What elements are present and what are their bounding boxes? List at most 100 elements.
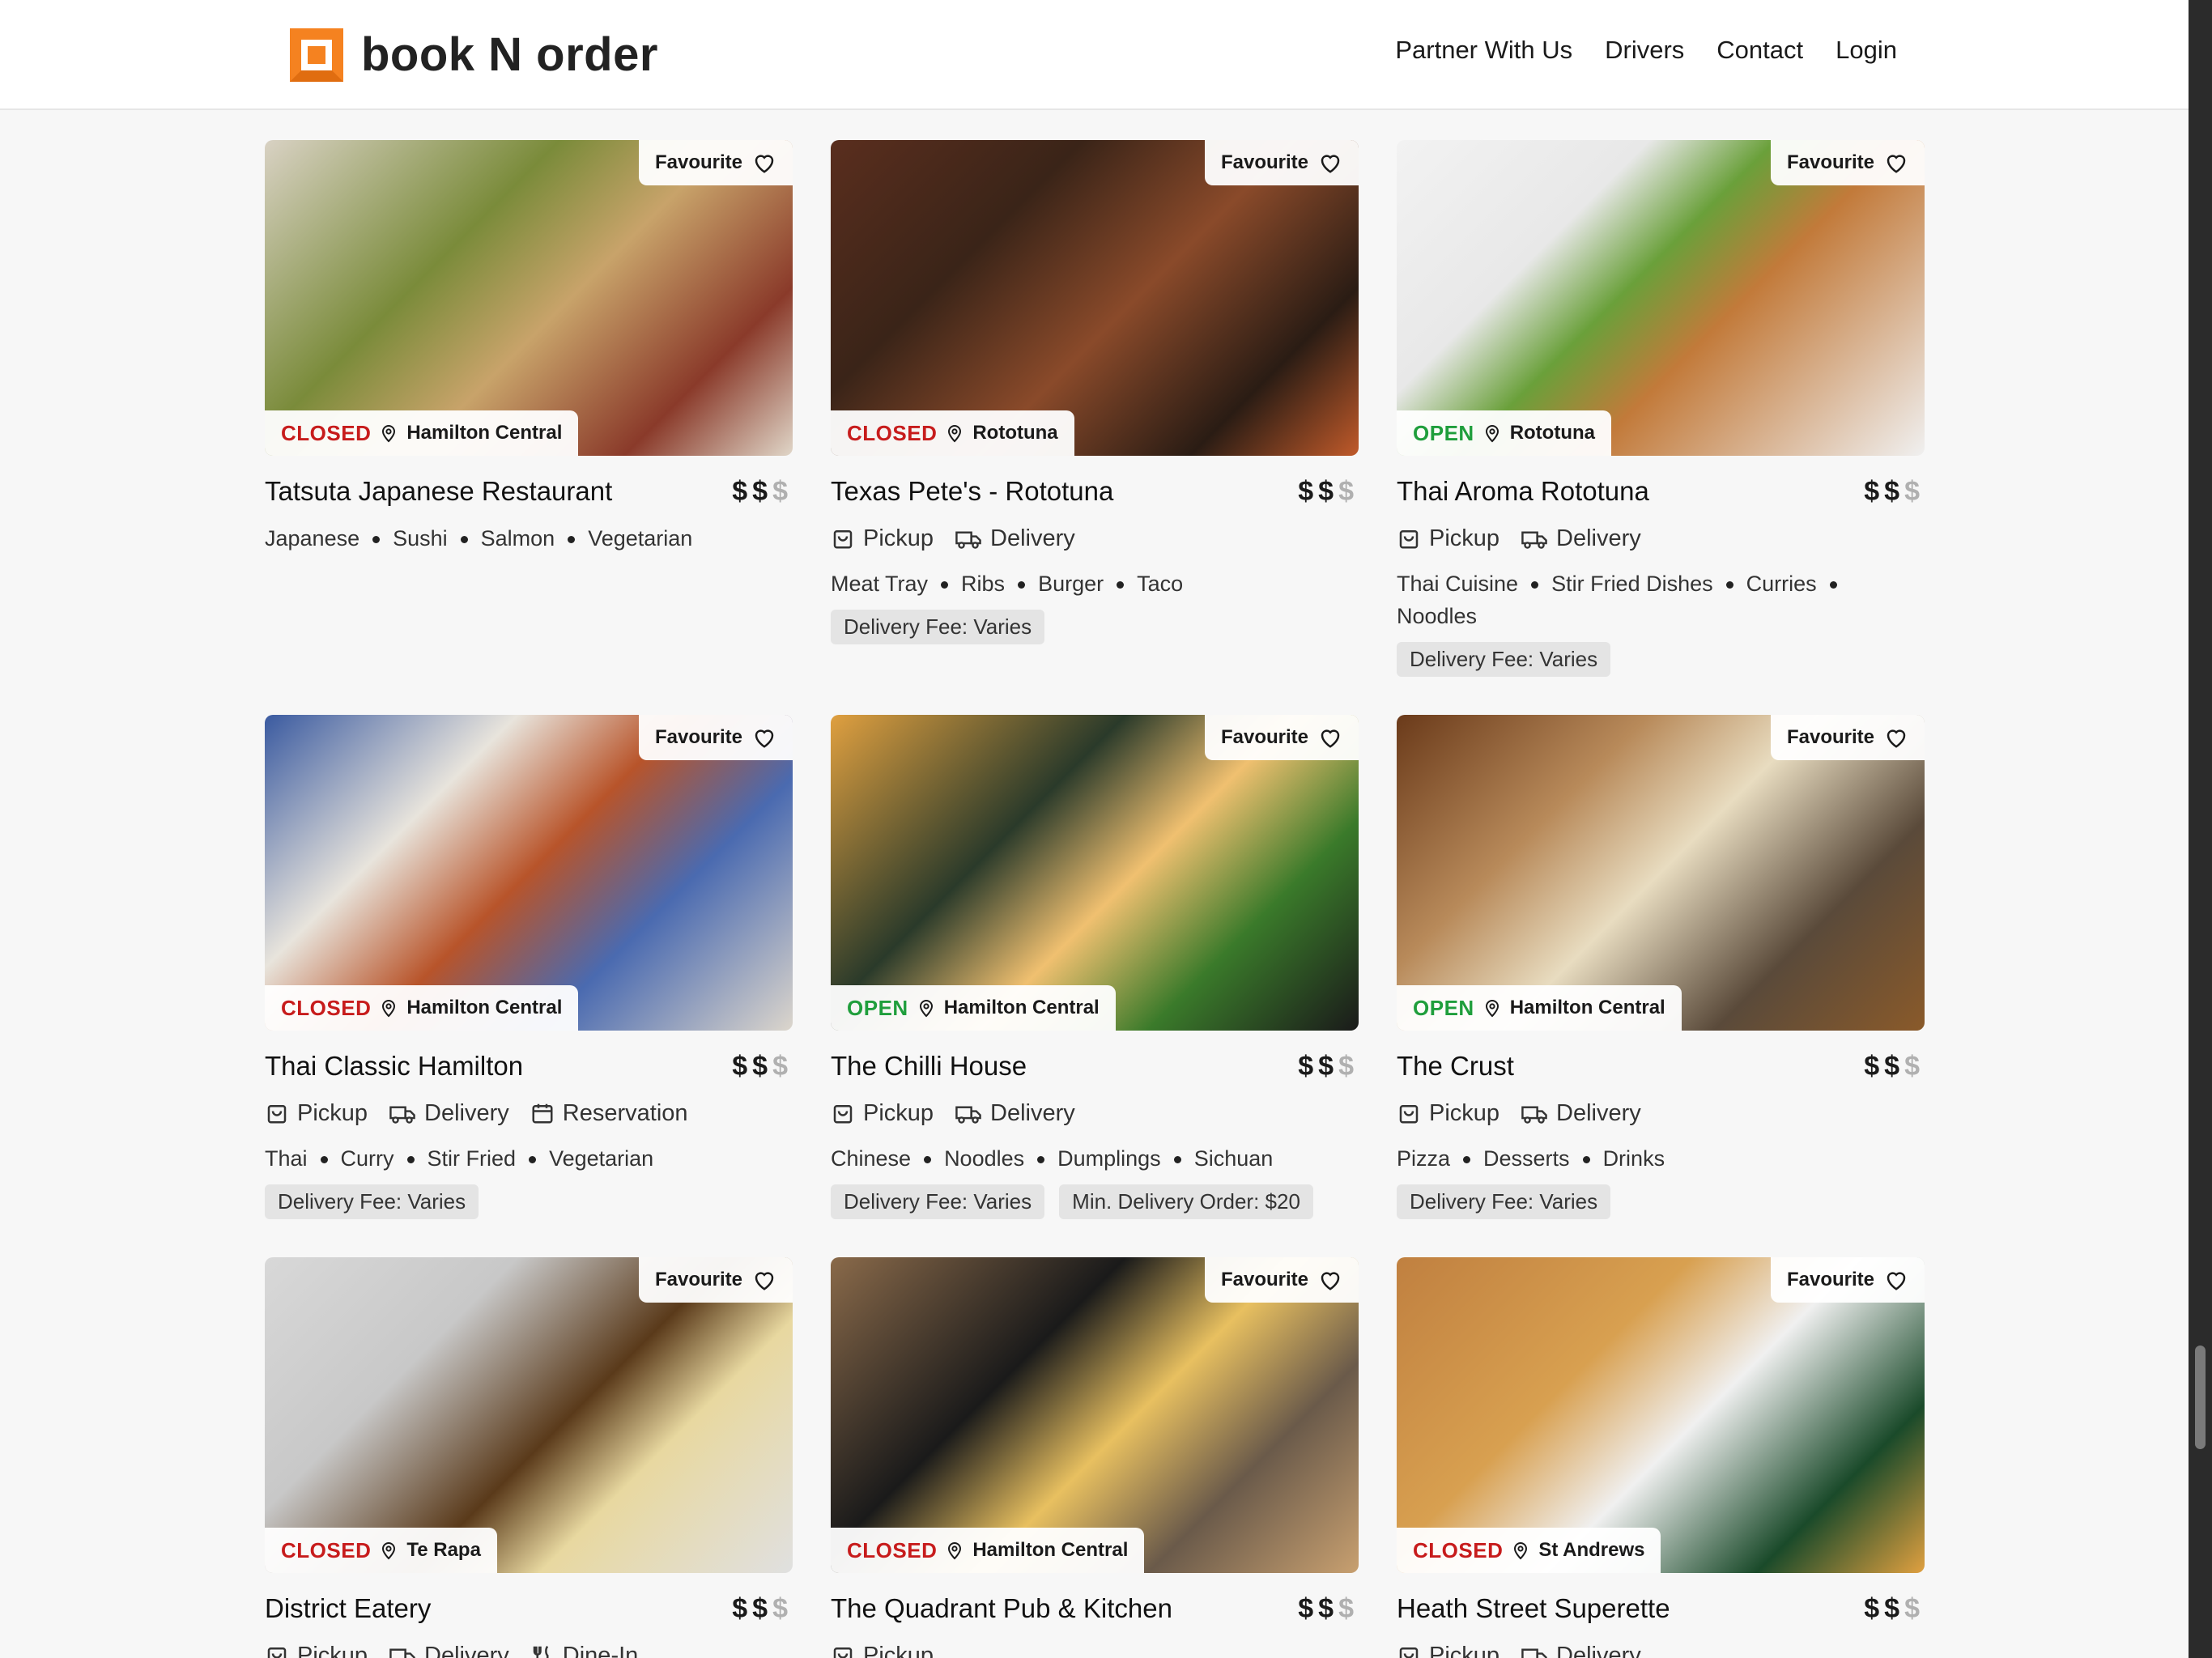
service-label: Delivery (424, 1642, 509, 1658)
restaurant-card[interactable]: Favourite CLOSED Rototuna Texas Pete's - Ro… (831, 140, 1359, 644)
location-text: Rototuna (972, 422, 1058, 444)
delivery-info: Delivery Fee: Varies (831, 610, 1359, 644)
service-options: Pickup Delivery (1397, 1639, 1925, 1658)
cuisine-tag: Chinese (831, 1146, 912, 1171)
cuisine-tag: Thai Cuisine (1397, 572, 1519, 596)
pickup-icon (831, 1101, 855, 1125)
location-text: Hamilton Central (406, 422, 563, 444)
info-chip: Delivery Fee: Varies (1397, 642, 1611, 677)
cuisine-tags: Thai Cuisine Stir Fried Dishes Curries Nood… (1397, 568, 1925, 632)
restaurant-photo[interactable]: Favourite CLOSED Hamilton Central (265, 715, 793, 1031)
favourite-button[interactable]: Favourite (1204, 715, 1359, 760)
restaurant-photo[interactable]: Favourite CLOSED Hamilton Central (831, 1257, 1359, 1573)
logo[interactable]: book N order (290, 28, 658, 82)
restaurant-name[interactable]: Texas Pete's - Rototuna (831, 476, 1113, 507)
restaurant-name[interactable]: Thai Aroma Rototuna (1397, 476, 1649, 507)
service-label: Pickup (863, 525, 934, 551)
restaurant-card[interactable]: Favourite OPEN Hamilton Central The Crust $$… (1397, 715, 1925, 1219)
cuisine-tag: Noodles (944, 1146, 1025, 1171)
favourite-label: Favourite (654, 151, 742, 173)
favourite-label: Favourite (1786, 151, 1874, 173)
favourite-button[interactable]: Favourite (638, 140, 793, 185)
cuisine-tag: Desserts (1483, 1146, 1570, 1171)
dine-in-icon (530, 1643, 555, 1658)
favourite-button[interactable]: Favourite (1770, 1257, 1925, 1303)
pickup-icon (1397, 526, 1421, 551)
nav-contact[interactable]: Contact (1716, 36, 1803, 65)
favourite-button[interactable]: Favourite (1204, 1257, 1359, 1303)
cuisine-tag: Pizza (1397, 1146, 1451, 1171)
main-nav: Partner With Us Drivers Contact Login (1395, 36, 1897, 65)
scrollbar[interactable] (2189, 0, 2212, 1658)
restaurant-photo[interactable]: Favourite CLOSED Rototuna (831, 140, 1359, 456)
restaurant-photo[interactable]: Favourite OPEN Hamilton Central (1397, 715, 1925, 1031)
restaurant-name[interactable]: Heath Street Superette (1397, 1593, 1670, 1624)
restaurant-card[interactable]: Favourite CLOSED Hamilton Central The Quadr… (831, 1257, 1359, 1658)
location-text: Hamilton Central (972, 1539, 1129, 1561)
nav-drivers[interactable]: Drivers (1605, 36, 1684, 65)
location-pin-icon (1484, 998, 1500, 1018)
cuisine-tag: Stir Fried Dishes (1551, 572, 1713, 596)
favourite-button[interactable]: Favourite (638, 1257, 793, 1303)
service-pickup: Pickup (265, 1643, 368, 1658)
restaurant-photo[interactable]: Favourite CLOSED Te Rapa (265, 1257, 793, 1573)
price-dollar-sign: $ (1884, 1050, 1905, 1082)
heart-icon (1318, 151, 1342, 174)
restaurant-photo[interactable]: Favourite CLOSED St Andrews (1397, 1257, 1925, 1573)
location-pin-icon (946, 1541, 963, 1560)
location-text: St Andrews (1538, 1539, 1645, 1561)
cuisine-tag: Vegetarian (549, 1146, 654, 1171)
price-dollar-sign: $ (732, 1050, 753, 1082)
restaurant-card[interactable]: Favourite CLOSED Hamilton Central Thai Clas… (265, 715, 793, 1219)
restaurant-photo[interactable]: Favourite OPEN Hamilton Central (831, 715, 1359, 1031)
location-text: Te Rapa (406, 1539, 481, 1561)
favourite-button[interactable]: Favourite (1770, 140, 1925, 185)
restaurant-name[interactable]: The Chilli House (831, 1051, 1027, 1082)
restaurant-name[interactable]: Tatsuta Japanese Restaurant (265, 476, 612, 507)
cuisine-tags: Thai Curry Stir Fried Vegetarian (265, 1142, 793, 1175)
price-level: $$$ (1298, 1593, 1359, 1625)
logo-icon (290, 28, 343, 82)
delivery-icon (1521, 526, 1548, 551)
restaurant-name[interactable]: The Quadrant Pub & Kitchen (831, 1593, 1172, 1624)
restaurant-card[interactable]: Favourite CLOSED St Andrews Heath Street Su… (1397, 1257, 1925, 1658)
service-options: Pickup Delivery (831, 522, 1359, 555)
status-text: CLOSED (281, 420, 372, 445)
status-text: CLOSED (281, 1537, 372, 1562)
cuisine-tag: Salmon (480, 526, 555, 551)
service-pickup: Pickup (1397, 1643, 1499, 1658)
price-level: $$$ (1864, 1051, 1925, 1082)
pickup-icon (265, 1101, 289, 1125)
price-dollar-sign: $ (1318, 475, 1339, 507)
restaurant-name[interactable]: District Eatery (265, 1593, 431, 1624)
pickup-icon (265, 1643, 289, 1658)
location-pin-icon (918, 998, 934, 1018)
cuisine-tag: Sushi (393, 526, 448, 551)
service-label: Delivery (424, 1099, 509, 1126)
favourite-button[interactable]: Favourite (638, 715, 793, 760)
price-dollar-sign: $ (1318, 1592, 1339, 1624)
restaurant-name[interactable]: The Crust (1397, 1051, 1514, 1082)
info-chip: Delivery Fee: Varies (831, 610, 1045, 644)
restaurant-photo[interactable]: Favourite OPEN Rototuna (1397, 140, 1925, 456)
favourite-button[interactable]: Favourite (1770, 715, 1925, 760)
price-level: $$$ (1298, 476, 1359, 508)
service-pickup: Pickup (1397, 525, 1499, 552)
restaurant-card[interactable]: Favourite CLOSED Hamilton Central Tatsuta J… (265, 140, 793, 555)
price-dollar-sign: $ (1904, 475, 1925, 507)
restaurant-card[interactable]: Favourite CLOSED Te Rapa District Eatery $$$… (265, 1257, 793, 1658)
favourite-button[interactable]: Favourite (1204, 140, 1359, 185)
restaurant-photo[interactable]: Favourite CLOSED Hamilton Central (265, 140, 793, 456)
delivery-info: Delivery Fee: Varies (1397, 642, 1925, 677)
tag-separator (320, 1156, 328, 1164)
brand-name: book N order (361, 28, 658, 81)
restaurant-card[interactable]: Favourite OPEN Rototuna Thai Aroma Rototuna… (1397, 140, 1925, 677)
nav-login[interactable]: Login (1836, 36, 1897, 65)
favourite-label: Favourite (1220, 726, 1308, 748)
scrollbar-thumb[interactable] (2195, 1346, 2206, 1449)
status-badge: OPEN Rototuna (1397, 410, 1611, 456)
restaurant-card[interactable]: Favourite OPEN Hamilton Central The Chilli … (831, 715, 1359, 1219)
restaurant-name[interactable]: Thai Classic Hamilton (265, 1051, 523, 1082)
location-pin-icon (381, 423, 397, 443)
nav-partner-with-us[interactable]: Partner With Us (1395, 36, 1572, 65)
